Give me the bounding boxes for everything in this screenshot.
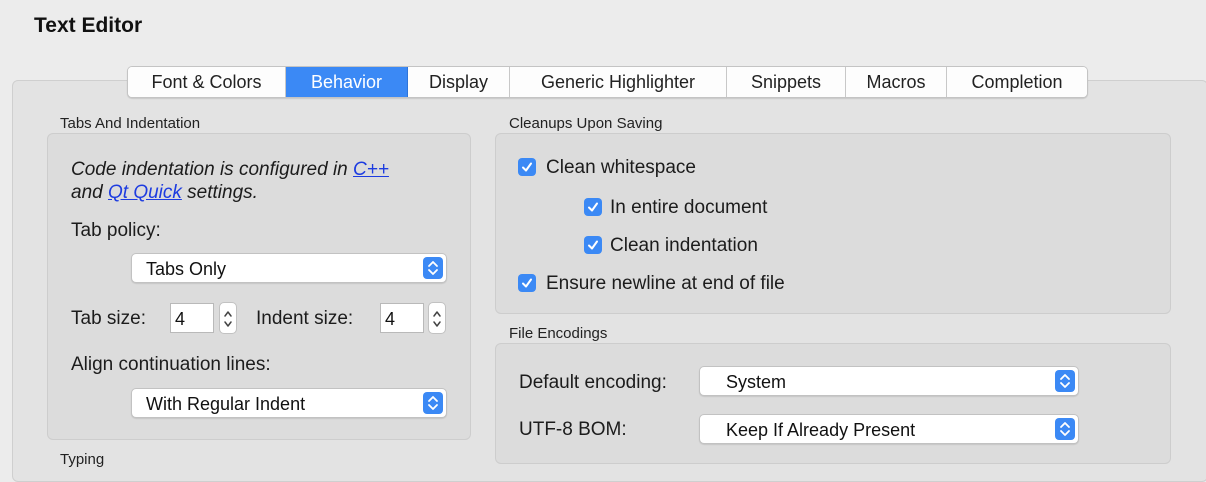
tab-policy-label: Tab policy: — [71, 220, 161, 241]
tab-font-colors[interactable]: Font & Colors — [128, 67, 286, 97]
file-encodings-title: File Encodings — [509, 325, 608, 342]
up-down-chevrons-icon — [1055, 370, 1075, 392]
cleanups-title: Cleanups Upon Saving — [509, 115, 663, 132]
up-down-chevrons-icon — [1055, 418, 1075, 440]
file-encodings-group — [495, 343, 1171, 464]
checkmark-icon — [588, 240, 598, 250]
stepper-arrows-icon — [224, 311, 232, 327]
clean-whitespace-label: Clean whitespace — [546, 157, 696, 178]
tab-policy-value: Tabs Only — [146, 259, 227, 279]
tab-size-stepper[interactable] — [219, 302, 237, 334]
up-down-chevrons-icon — [423, 392, 443, 414]
tab-generic-highlighter[interactable]: Generic Highlighter — [510, 67, 727, 97]
tab-policy-select[interactable]: Tabs Only — [131, 253, 447, 283]
clean-whitespace-checkbox[interactable] — [518, 158, 536, 176]
tab-size-label: Tab size: — [71, 308, 146, 329]
utf8-bom-value: Keep If Already Present — [726, 420, 916, 440]
clean-indentation-label: Clean indentation — [610, 235, 758, 256]
default-encoding-label: Default encoding: — [519, 372, 667, 393]
stepper-arrows-icon — [433, 311, 441, 327]
tab-size-field[interactable]: 4 — [170, 303, 214, 333]
typing-title: Typing — [60, 451, 105, 468]
ensure-newline-label: Ensure newline at end of file — [546, 273, 785, 294]
entire-document-checkbox[interactable] — [584, 198, 602, 216]
indent-size-field[interactable]: 4 — [380, 303, 424, 333]
tab-bar: Font & Colors Behavior Display Generic H… — [127, 66, 1088, 98]
default-encoding-value: System — [726, 372, 787, 392]
checkmark-icon — [522, 162, 532, 172]
align-continuation-value: With Regular Indent — [146, 394, 306, 414]
tab-completion[interactable]: Completion — [947, 67, 1087, 97]
page-title: Text Editor — [34, 14, 143, 37]
up-down-chevrons-icon — [423, 257, 443, 279]
indent-size-stepper[interactable] — [428, 302, 446, 334]
align-continuation-label: Align continuation lines: — [71, 354, 271, 375]
tab-macros[interactable]: Macros — [846, 67, 947, 97]
clean-indentation-checkbox[interactable] — [584, 236, 602, 254]
cpp-settings-link[interactable]: C++ — [353, 159, 389, 180]
indentation-info-text: Code indentation is configured in C++ an… — [71, 159, 389, 203]
align-continuation-select[interactable]: With Regular Indent — [131, 388, 447, 418]
default-encoding-select[interactable]: System — [699, 366, 1079, 396]
utf8-bom-label: UTF-8 BOM: — [519, 419, 627, 440]
checkmark-icon — [522, 278, 532, 288]
tab-behavior[interactable]: Behavior — [286, 67, 408, 97]
entire-document-label: In entire document — [610, 197, 768, 218]
tab-display[interactable]: Display — [408, 67, 510, 97]
qt-quick-settings-link[interactable]: Qt Quick — [108, 182, 182, 203]
tab-snippets[interactable]: Snippets — [727, 67, 846, 97]
indent-size-label: Indent size: — [256, 308, 354, 329]
checkmark-icon — [588, 202, 598, 212]
ensure-newline-checkbox[interactable] — [518, 274, 536, 292]
utf8-bom-select[interactable]: Keep If Already Present — [699, 414, 1079, 444]
tabs-indentation-title: Tabs And Indentation — [60, 115, 201, 132]
